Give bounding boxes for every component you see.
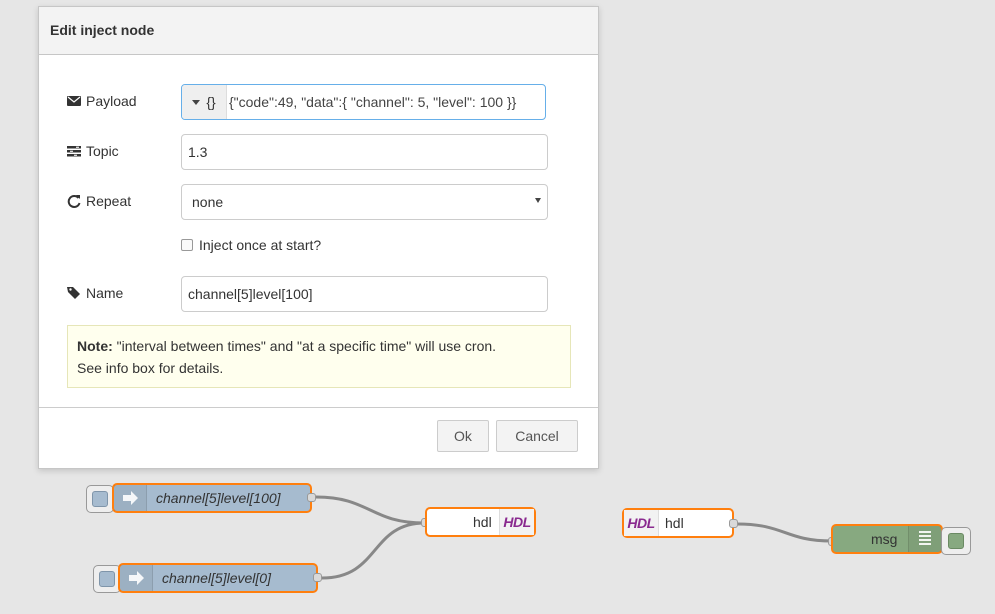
edit-inject-dialog: Edit inject node Payload {} {"code":49, … [38,6,599,469]
payload-type-label: {} [206,94,216,110]
hdl-in-output-port[interactable] [729,519,738,528]
cron-note: Note: "interval between times" and "at a… [67,325,571,388]
chevron-down-icon [535,198,541,203]
debug-toggle-button[interactable] [941,527,971,555]
repeat-select[interactable]: none [181,184,548,220]
topic-label: Topic [86,143,119,159]
hdl-in-node[interactable]: HDL hdl [622,508,734,538]
cancel-button[interactable]: Cancel [496,420,578,452]
tag-icon [67,286,81,300]
inject-node-1[interactable]: channel[5]level[100] [112,483,312,513]
payload-label: Payload [86,93,137,109]
refresh-icon [67,194,81,208]
topic-row: Topic [67,143,119,159]
tasks-icon [67,144,81,158]
inject-node-2-output-port[interactable] [313,573,322,582]
payload-value[interactable]: {"code":49, "data":{ "channel": 5, "leve… [227,94,516,110]
topic-input[interactable]: 1.3 [181,134,548,170]
inject-node-2-button[interactable] [93,565,121,593]
arrow-right-icon [120,565,153,591]
repeat-label: Repeat [86,193,132,209]
inject-node-1-output-port[interactable] [307,493,316,502]
debug-node[interactable]: msg [831,524,943,554]
hdl-logo-icon: HDL [624,510,659,536]
note-bold: Note: [77,338,113,354]
inject-node-2[interactable]: channel[5]level[0] [118,563,318,593]
hdl-in-node-label: hdl [665,515,684,531]
debug-node-label: msg [871,531,898,547]
inject-once-label: Inject once at start? [199,237,322,253]
note-line1: "interval between times" and "at a speci… [112,338,497,354]
wire-inject2-to-hdl [321,521,426,580]
note-line2: See info box for details. [77,360,224,376]
ok-button[interactable]: Ok [437,420,489,452]
wire-hdl-to-debug [736,522,833,543]
hdl-out-node[interactable]: hdl HDL [425,507,536,537]
name-input[interactable]: channel[5]level[100] [181,276,548,312]
inject-node-1-label: channel[5]level[100] [156,490,281,506]
dialog-title: Edit inject node [39,7,598,55]
list-icon [908,526,941,552]
inject-node-1-button[interactable] [86,485,114,513]
wire-inject1-to-hdl [315,495,426,525]
payload-row: Payload [67,93,137,109]
footer-divider [39,407,598,408]
payload-typed-input[interactable]: {} {"code":49, "data":{ "channel": 5, "l… [181,84,546,120]
arrow-right-icon [114,485,147,511]
name-label: Name [86,285,124,301]
caret-down-icon [192,99,201,105]
inject-once-row: Inject once at start? [181,237,321,253]
payload-type-selector[interactable]: {} [182,85,227,119]
inject-node-2-label: channel[5]level[0] [162,570,271,586]
hdl-logo-icon: HDL [499,509,534,535]
name-row: Name [67,285,123,301]
envelope-icon [67,94,81,108]
inject-once-checkbox[interactable] [181,239,193,251]
hdl-out-node-label: hdl [473,514,492,530]
repeat-value: none [192,194,224,210]
repeat-row: Repeat [67,193,131,209]
